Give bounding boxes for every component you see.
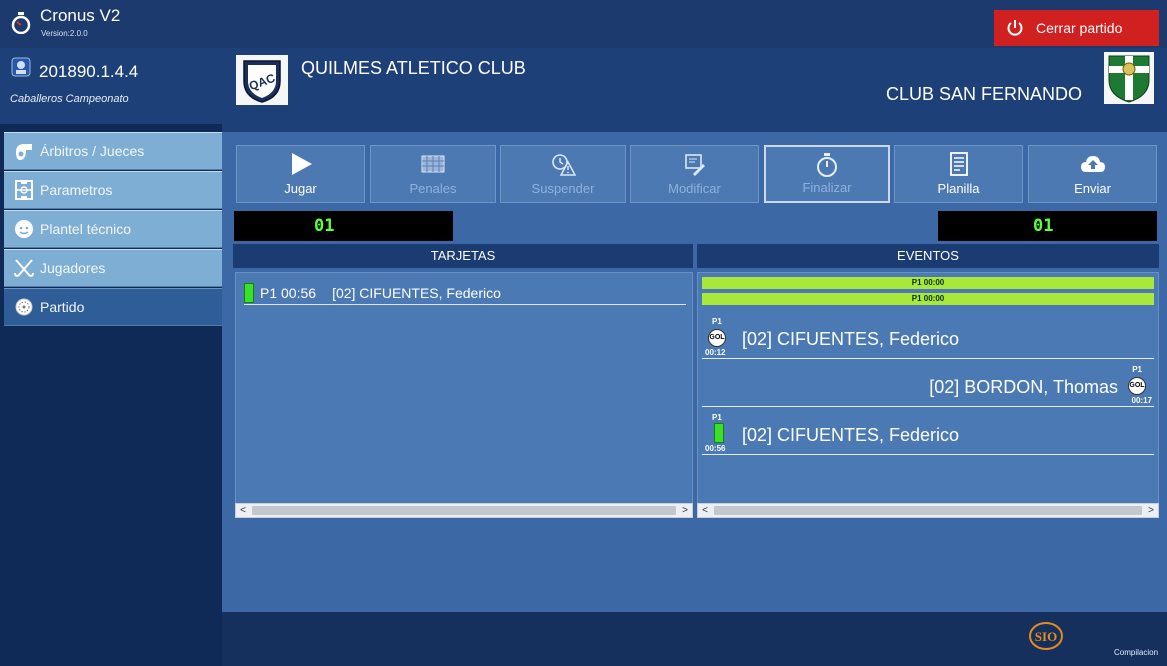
app-version: Version:2.0.0 <box>41 29 88 38</box>
green-card-icon <box>244 282 254 303</box>
green-card-icon <box>714 423 724 443</box>
sheet-icon <box>895 151 1022 177</box>
close-match-button[interactable]: Cerrar partido <box>994 10 1159 46</box>
event-row[interactable]: P1 GOL 00:12 [02] CIFUENTES, Federico <box>702 315 1154 359</box>
period-bar: P1 00:00 <box>702 277 1154 289</box>
app-title: Cronus V2 <box>40 6 121 25</box>
cards-header: TARJETAS <box>233 244 693 268</box>
sticks-icon <box>12 256 36 280</box>
event-period: P1 <box>712 413 722 422</box>
event-period: P1 <box>1132 365 1142 374</box>
scroll-left-arrow[interactable]: < <box>236 504 250 517</box>
whistle-icon <box>12 139 36 163</box>
sidebar-item-label: Plantel técnico <box>40 221 132 237</box>
finish-label: Finalizar <box>802 180 852 195</box>
sidebar-item-label: Parametros <box>40 182 113 198</box>
sidebar-item-arbitros[interactable]: Árbitros / Jueces <box>4 132 222 170</box>
send-label: Enviar <box>1074 181 1111 196</box>
play-button[interactable]: Jugar <box>236 145 365 203</box>
power-icon <box>1007 20 1023 36</box>
finish-button[interactable]: Finalizar <box>764 145 890 203</box>
event-minute: 00:17 <box>1131 396 1152 405</box>
goal-ball-icon: GOL <box>1128 377 1146 395</box>
away-score: 01 <box>938 211 1157 241</box>
event-row[interactable]: P1 00:56 [02] CIFUENTES, Federico <box>702 411 1154 455</box>
match-id: 201890.1.4.4 <box>39 62 139 81</box>
bottom-bar <box>222 612 1167 666</box>
coach-icon <box>12 217 36 241</box>
event-player: [02] CIFUENTES, Federico <box>742 329 960 349</box>
card-time: P1 00:56 <box>260 284 317 301</box>
period-bar: P1 00:00 <box>702 293 1154 305</box>
sidebar-item-label: Árbitros / Jueces <box>40 143 145 159</box>
sidebar-item-parametros[interactable]: Parametros <box>4 171 222 209</box>
away-team-crest <box>1104 52 1154 104</box>
penalties-button[interactable]: Penales <box>370 145 496 203</box>
edit-icon <box>631 151 758 177</box>
scroll-right-arrow[interactable]: > <box>1144 504 1158 517</box>
sidebar-item-partido[interactable]: Partido <box>4 288 222 326</box>
events-scrollbar[interactable]: < > <box>697 503 1159 518</box>
sidebar-item-label: Partido <box>40 299 85 315</box>
home-team-crest: QAC <box>236 55 288 105</box>
home-score: 01 <box>234 211 453 241</box>
scroll-left-arrow[interactable]: < <box>698 504 712 517</box>
events-header: EVENTOS <box>697 244 1159 268</box>
suspend-button[interactable]: Suspender <box>500 145 626 203</box>
card-row[interactable]: P1 00:56 [02] CIFUENTES, Federico <box>244 281 686 305</box>
cards-panel: P1 00:56 [02] CIFUENTES, Federico <box>235 272 693 518</box>
close-match-label: Cerrar partido <box>1036 20 1123 36</box>
goal-net-icon <box>371 151 495 177</box>
event-player: [02] BORDON, Thomas <box>929 377 1118 397</box>
event-player: [02] CIFUENTES, Federico <box>742 425 960 445</box>
send-button[interactable]: Enviar <box>1028 145 1157 203</box>
scroll-right-arrow[interactable]: > <box>678 504 692 517</box>
warning-clock-icon <box>501 151 625 177</box>
penalties-label: Penales <box>409 181 457 196</box>
title-bar: Cronus V2 Version:2.0.0 Cerrar partido <box>0 0 1167 48</box>
sidebar-item-plantel[interactable]: Plantel técnico <box>4 210 222 248</box>
home-team-name: QUILMES ATLETICO CLUB <box>301 58 526 78</box>
stopwatch-icon <box>11 12 31 34</box>
brand-logo: SIO <box>1029 622 1063 650</box>
match-category: Caballeros Campeonato <box>10 93 129 105</box>
event-row[interactable]: [02] BORDON, Thomas P1 GOL 00:17 <box>702 363 1154 407</box>
modify-button[interactable]: Modificar <box>630 145 759 203</box>
modify-label: Modificar <box>668 181 721 196</box>
stopwatch-icon <box>766 152 888 178</box>
away-team-name: CLUB SAN FERNANDO <box>886 84 1083 104</box>
sheet-label: Planilla <box>937 181 980 196</box>
play-icon <box>237 151 364 177</box>
event-minute: 00:56 <box>705 444 726 453</box>
events-panel: P1 00:00 P1 00:00 P1 GOL 00:12 [02] CIFU… <box>697 272 1159 518</box>
goal-ball-icon: GOL <box>708 329 726 347</box>
cards-scrollbar[interactable]: < > <box>235 503 693 518</box>
event-minute: 00:12 <box>705 348 726 357</box>
scroll-thumb[interactable] <box>714 506 1142 515</box>
field-icon <box>12 178 36 202</box>
card-player: [02] CIFUENTES, Federico <box>332 284 501 301</box>
scroll-thumb[interactable] <box>252 506 676 515</box>
cloud-upload-icon <box>1029 151 1156 177</box>
competition-logo-icon <box>11 57 31 77</box>
sidebar-item-label: Jugadores <box>40 260 106 276</box>
brand-mark: SIO <box>1035 629 1057 644</box>
brand-subtitle: Compilacion <box>1114 648 1159 657</box>
sheet-button[interactable]: Planilla <box>894 145 1023 203</box>
event-period: P1 <box>712 317 722 326</box>
play-label: Jugar <box>284 181 317 196</box>
sidebar-item-jugadores[interactable]: Jugadores <box>4 249 222 287</box>
suspend-label: Suspender <box>531 181 595 196</box>
ball-icon <box>12 295 36 319</box>
